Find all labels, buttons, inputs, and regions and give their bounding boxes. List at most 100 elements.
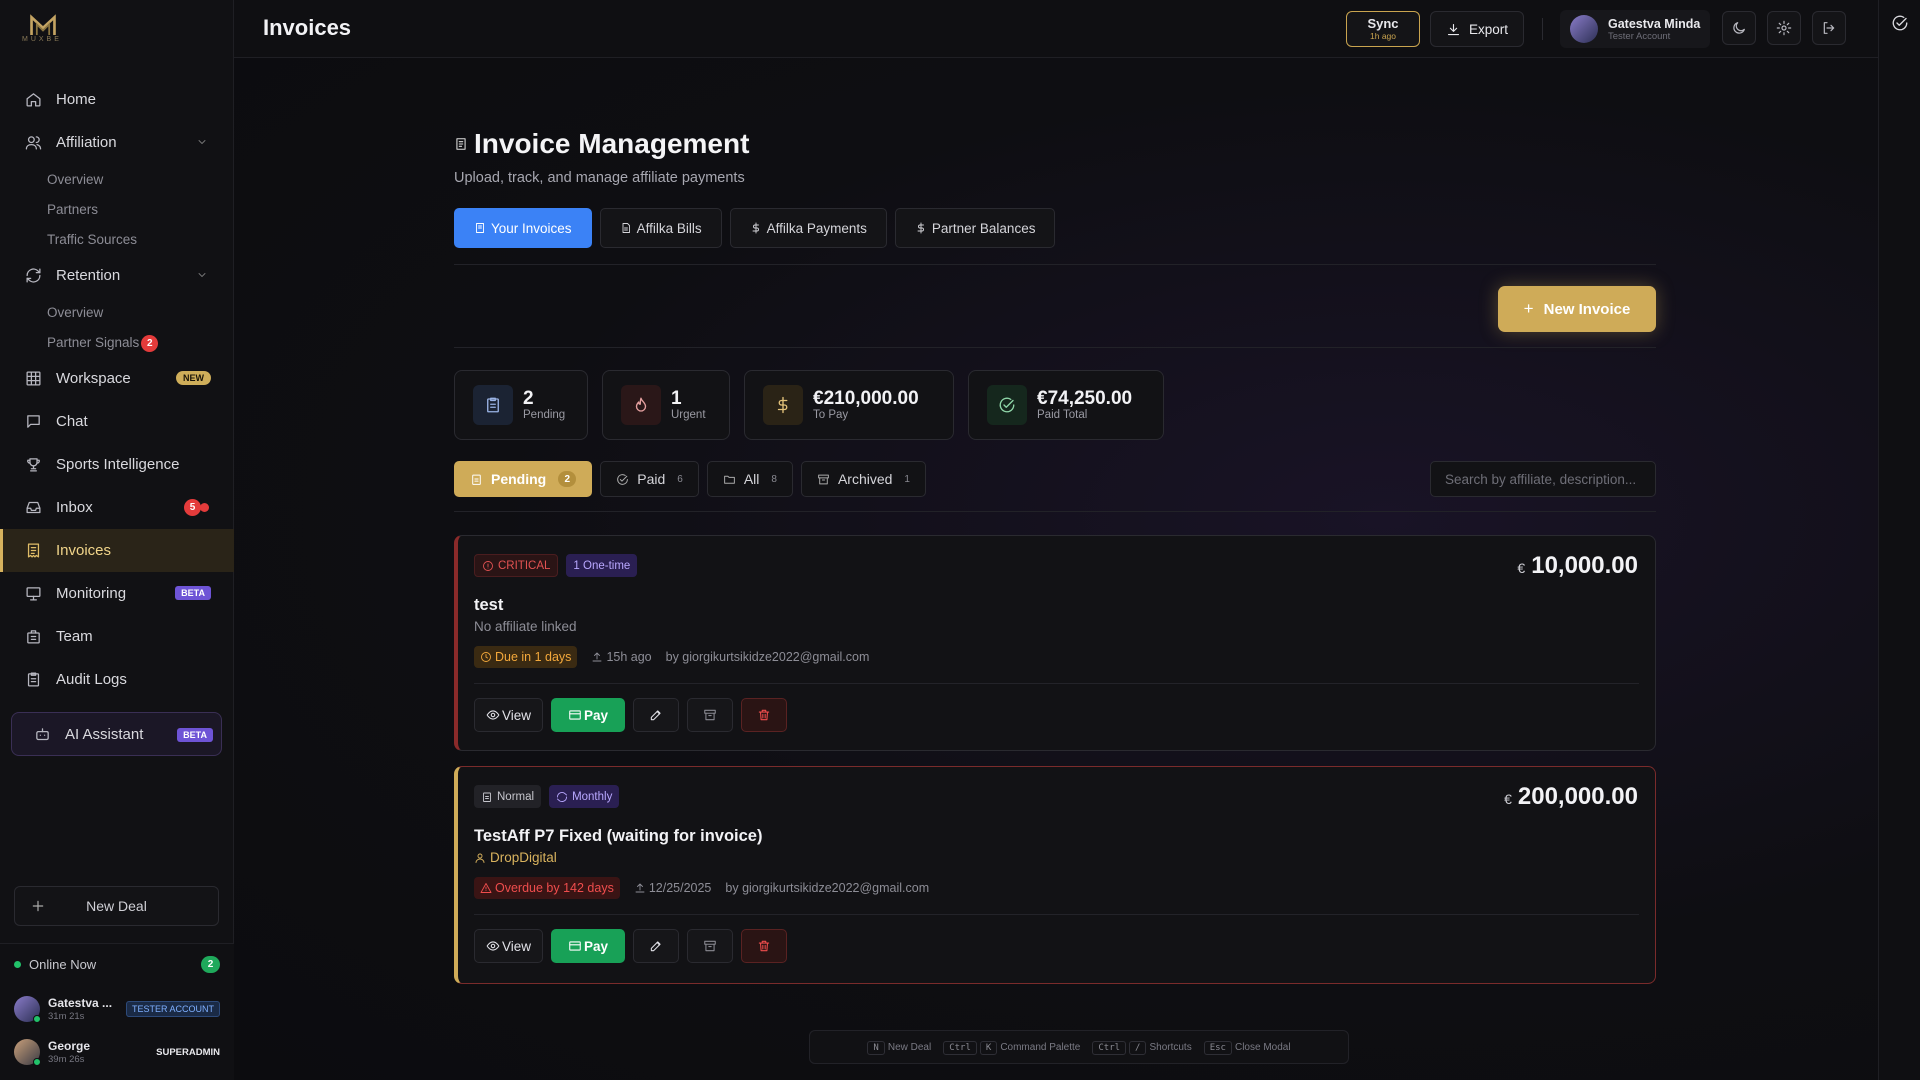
archive-button[interactable] — [687, 929, 734, 963]
user-profile-menu[interactable]: Gatestva Minda Tester Account — [1560, 10, 1710, 48]
currency-symbol: € — [1504, 791, 1512, 807]
search-input[interactable] — [1430, 461, 1656, 497]
archive-button[interactable] — [687, 698, 734, 732]
sidebar-item-chat[interactable]: Chat — [0, 400, 234, 443]
section-title: Invoice Management — [454, 128, 749, 160]
uploaded-text: 12/25/2025 — [648, 881, 712, 895]
delete-button[interactable] — [741, 929, 788, 963]
sidebar-item-team[interactable]: Team — [0, 615, 234, 658]
sidebar-item-audit-logs[interactable]: Audit Logs — [0, 658, 234, 701]
ai-assistant-label: AI Assistant — [65, 725, 144, 743]
chat-icon — [27, 415, 40, 428]
sidebar-item-label: Partners — [47, 201, 99, 217]
inbox-icon — [26, 501, 41, 514]
delete-button[interactable] — [741, 698, 788, 732]
tab-label: Partner Balances — [931, 220, 1036, 236]
tab-affilka-bills[interactable]: Affilka Bills — [599, 208, 722, 248]
amount-value: 10,000.00 — [1531, 552, 1638, 579]
online-now-header: Online Now 2 — [0, 944, 234, 973]
filter-all[interactable]: All 8 — [706, 461, 793, 497]
sidebar-item-label: Overview — [47, 171, 104, 187]
invoice-actions: View Pay — [474, 698, 788, 732]
sidebar-subitem-partners[interactable]: Partners — [0, 194, 234, 224]
view-button[interactable]: View — [474, 698, 544, 732]
filter-archived[interactable]: Archived 1 — [800, 461, 926, 497]
pay-button[interactable]: Pay — [551, 929, 626, 963]
edit-icon — [650, 710, 661, 721]
invoice-card[interactable]: Normal Monthly € 200,000.00 TestAff P7 F… — [454, 766, 1656, 984]
priority-label: Normal — [497, 790, 535, 803]
tab-partner-balances[interactable]: Partner Balances — [894, 208, 1056, 248]
dollar-icon — [763, 385, 803, 425]
currency-symbol: € — [1517, 560, 1526, 576]
sidebar-subitem-retention-overview[interactable]: Overview — [0, 297, 234, 327]
tab-your-invoices[interactable]: Your Invoices — [454, 208, 592, 248]
type-chip: 1 One-time — [566, 554, 638, 577]
chevron-down-icon[interactable] — [196, 269, 208, 281]
sidebar-item-invoices[interactable]: Invoices — [0, 529, 234, 572]
check-circle-icon[interactable] — [1891, 14, 1909, 32]
sidebar-subitem-traffic-sources[interactable]: Traffic Sources — [0, 224, 234, 254]
new-invoice-button[interactable]: + New Invoice — [1498, 286, 1656, 332]
invoice-chips: CRITICAL 1 One-time — [474, 554, 638, 577]
trash-icon — [758, 940, 770, 952]
avatar — [14, 1039, 41, 1066]
filter-pending[interactable]: Pending 2 — [454, 461, 593, 497]
affiliate-label: No affiliate linked — [474, 619, 577, 634]
pay-label: Pay — [584, 938, 609, 954]
sidebar-item-affiliation[interactable]: Affiliation — [0, 121, 234, 164]
refresh-icon — [557, 791, 568, 802]
online-user[interactable]: Gatestva ... 31m 21s TESTER ACCOUNT — [14, 996, 220, 1023]
sidebar-item-label: Invoices — [56, 542, 112, 559]
sidebar-item-retention[interactable]: Retention — [0, 254, 234, 297]
sidebar-item-label: Inbox — [56, 499, 93, 516]
export-button[interactable]: Export — [1430, 11, 1524, 47]
filter-paid[interactable]: Paid 6 — [600, 461, 699, 497]
sync-button[interactable]: Sync 1h ago — [1346, 11, 1420, 47]
view-button[interactable]: View — [474, 929, 544, 963]
logout-icon — [1823, 22, 1835, 34]
online-user-name: Gatestva ... — [48, 996, 113, 1010]
eye-icon — [486, 941, 500, 951]
upload-icon — [635, 883, 645, 893]
sidebar-item-inbox[interactable]: Inbox 5 — [0, 486, 234, 529]
new-deal-button[interactable]: New Deal — [14, 886, 219, 926]
pay-button[interactable]: Pay — [551, 698, 626, 732]
tab-affilka-payments[interactable]: Affilka Payments — [729, 208, 887, 248]
sidebar-item-sports-intelligence[interactable]: Sports Intelligence — [0, 443, 234, 486]
chevron-down-icon[interactable] — [196, 136, 208, 148]
kbd-key: K — [979, 1040, 998, 1055]
archive-icon — [818, 474, 829, 484]
shortcut-close-modal: Esc Close Modal — [1203, 1040, 1291, 1055]
edit-button[interactable] — [633, 929, 680, 963]
ai-assistant-button[interactable]: AI Assistant BETA — [11, 712, 222, 756]
sidebar-item-label: Sports Intelligence — [56, 456, 180, 473]
card-divider — [474, 914, 1639, 915]
clipboard-icon — [473, 385, 513, 425]
theme-toggle-button[interactable] — [1722, 11, 1756, 45]
sidebar-subitem-partner-signals[interactable]: Partner Signals 2 — [0, 327, 234, 357]
stat-to-pay: €210,000.00 To Pay — [744, 370, 954, 440]
online-status-dot — [33, 1058, 41, 1066]
uploaded-time: 15h ago — [591, 650, 652, 664]
invoice-amount: € 200,000.00 — [1504, 783, 1638, 811]
moon-icon — [1733, 22, 1745, 34]
shortcut-shortcuts: Ctrl / Shortcuts — [1092, 1040, 1192, 1055]
online-user[interactable]: George 39m 26s SUPERADMIN — [14, 1039, 220, 1066]
home-icon — [26, 93, 41, 107]
online-user-time: 31m 21s — [48, 1011, 85, 1022]
filter-count: 2 — [558, 471, 577, 487]
sidebar-item-workspace[interactable]: Workspace NEW — [0, 357, 234, 400]
sidebar-item-home[interactable]: Home — [0, 78, 234, 121]
affiliate-text: No affiliate linked — [474, 619, 577, 634]
sidebar-item-monitoring[interactable]: Monitoring BETA — [0, 572, 234, 615]
invoice-card[interactable]: CRITICAL 1 One-time € 10,000.00 test No … — [454, 535, 1656, 751]
page-title: Invoices — [263, 15, 352, 40]
edit-button[interactable] — [633, 698, 680, 732]
online-count: 2 — [201, 956, 220, 973]
settings-button[interactable] — [1767, 11, 1801, 45]
sidebar-subitem-overview[interactable]: Overview — [0, 164, 234, 194]
logout-button[interactable] — [1812, 11, 1846, 45]
affiliate-link[interactable]: DropDigital — [474, 850, 557, 865]
right-rail — [1878, 0, 1920, 1080]
